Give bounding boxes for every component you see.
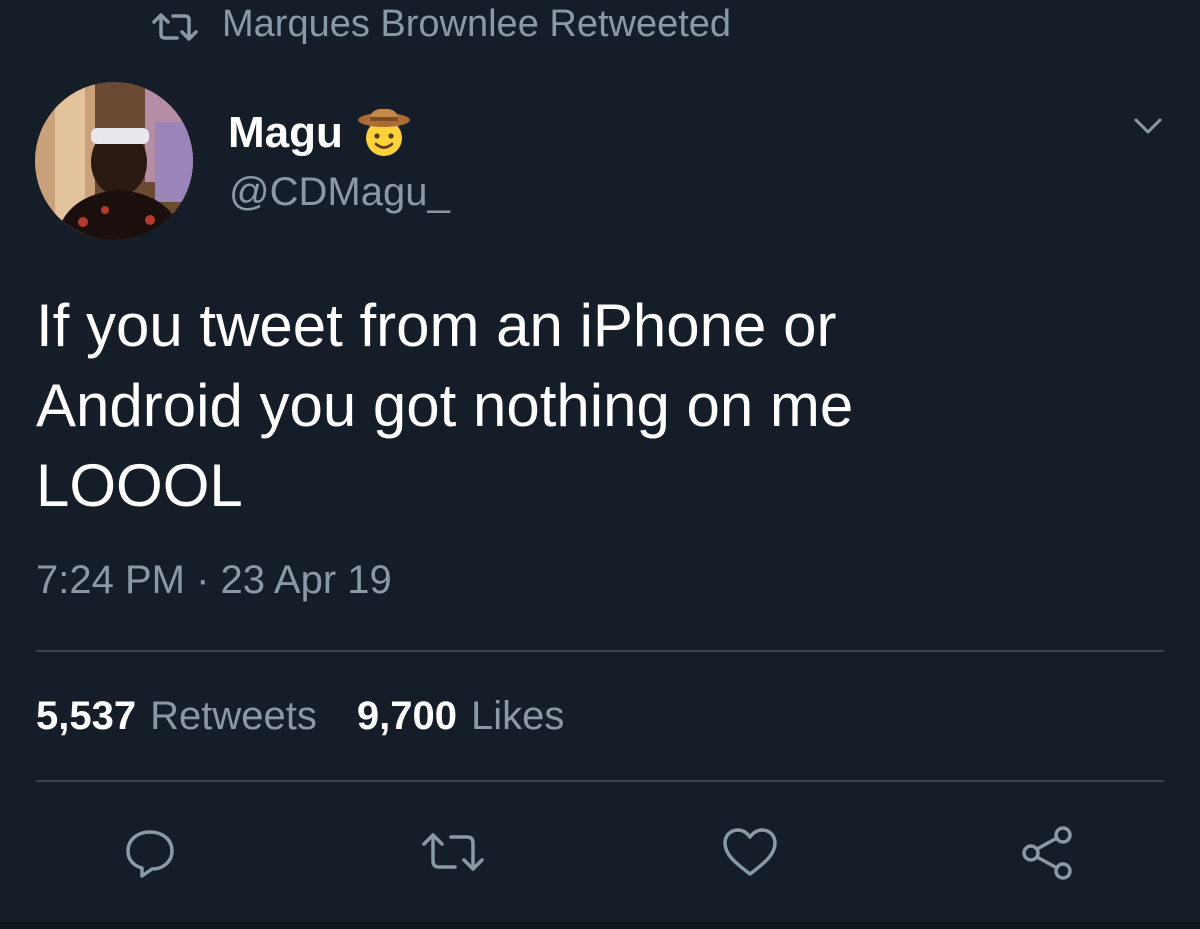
divider	[36, 650, 1164, 652]
retweeted-header[interactable]: Marques Brownlee Retweeted	[150, 0, 731, 48]
retweet-button[interactable]	[420, 822, 486, 882]
likes-count: 9,700	[356, 694, 457, 738]
retweets-label: Retweets	[150, 694, 317, 738]
avatar[interactable]	[35, 82, 193, 240]
reply-icon	[126, 830, 174, 878]
retweets-stat[interactable]: 5,537 Retweets	[36, 694, 317, 739]
divider	[36, 780, 1164, 782]
author-handle[interactable]: @CDMagu_	[229, 170, 450, 215]
share-icon	[1022, 826, 1072, 880]
like-button[interactable]	[720, 822, 780, 882]
author-name-text: Magu	[228, 108, 343, 157]
tweet-stats: 5,537 Retweets 9,700 Likes	[36, 694, 604, 739]
cowboy-hat-face-emoji	[357, 106, 411, 160]
tweet-text: If you tweet from an iPhone or Android y…	[36, 292, 854, 519]
tweet-timestamp[interactable]: 7:24 PM · 23 Apr 19	[36, 558, 392, 603]
likes-label: Likes	[470, 694, 565, 738]
likes-stat[interactable]: 9,700 Likes	[357, 694, 565, 739]
retweeted-by-text: Marques Brownlee Retweeted	[222, 2, 732, 45]
heart-icon	[723, 828, 777, 876]
tweet-detail: Marques Brownlee Retweeted Magu @CDMagu_…	[0, 0, 1200, 929]
author-name[interactable]: Magu	[228, 106, 411, 160]
chevron-down-icon[interactable]	[1128, 110, 1168, 140]
reply-button[interactable]	[120, 822, 180, 882]
bottom-border	[0, 922, 1200, 929]
share-button[interactable]	[1018, 822, 1078, 882]
retweet-icon	[150, 9, 200, 41]
retweets-count: 5,537	[36, 694, 137, 738]
retweet-icon	[422, 833, 484, 871]
